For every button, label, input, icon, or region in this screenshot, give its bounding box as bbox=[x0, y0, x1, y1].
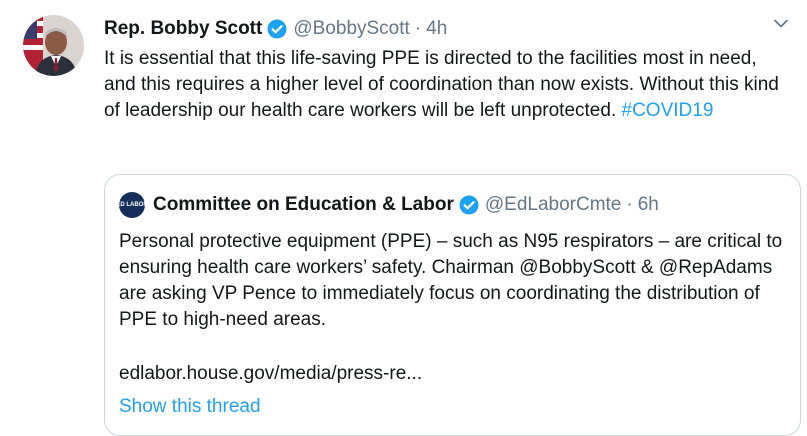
header-separator: · bbox=[414, 18, 422, 39]
quoted-author-handle[interactable]: @EdLaborCmte bbox=[485, 194, 622, 216]
edlabor-logo-text: ED LABOR bbox=[116, 201, 148, 208]
verified-badge-icon bbox=[459, 195, 479, 215]
show-thread-link[interactable]: Show this thread bbox=[119, 394, 261, 420]
quoted-tweet-header: ED LABOR Committee on Education & Labor … bbox=[116, 192, 659, 218]
edlabor-logo[interactable]: ED LABOR bbox=[116, 192, 148, 218]
avatar-image bbox=[23, 15, 84, 76]
author-handle[interactable]: @BobbyScott bbox=[293, 18, 409, 40]
author-avatar[interactable] bbox=[23, 15, 84, 76]
quoted-timestamp[interactable]: 6h bbox=[638, 194, 659, 216]
tweet[interactable]: Rep. Bobby Scott @BobbyScott · 4h It is … bbox=[0, 0, 807, 436]
tweet-timestamp[interactable]: 4h bbox=[426, 18, 447, 40]
tweet-text: It is essential that this life-saving PP… bbox=[104, 46, 784, 124]
quoted-tweet-link[interactable]: edlabor.house.gov/media/press-re... bbox=[119, 361, 422, 387]
hashtag-link[interactable]: #COVID19 bbox=[622, 100, 714, 121]
quoted-tweet-text: Personal protective equipment (PPE) – su… bbox=[119, 231, 783, 330]
quoted-header-separator: · bbox=[626, 194, 633, 215]
verified-badge-icon bbox=[267, 19, 287, 39]
quoted-author-name[interactable]: Committee on Education & Labor bbox=[153, 194, 454, 216]
author-name[interactable]: Rep. Bobby Scott bbox=[104, 18, 262, 40]
quoted-tweet-card[interactable]: ED LABOR Committee on Education & Labor … bbox=[104, 174, 801, 436]
chevron-down-icon[interactable] bbox=[770, 14, 792, 32]
tweet-header: Rep. Bobby Scott @BobbyScott · 4h bbox=[104, 16, 447, 42]
